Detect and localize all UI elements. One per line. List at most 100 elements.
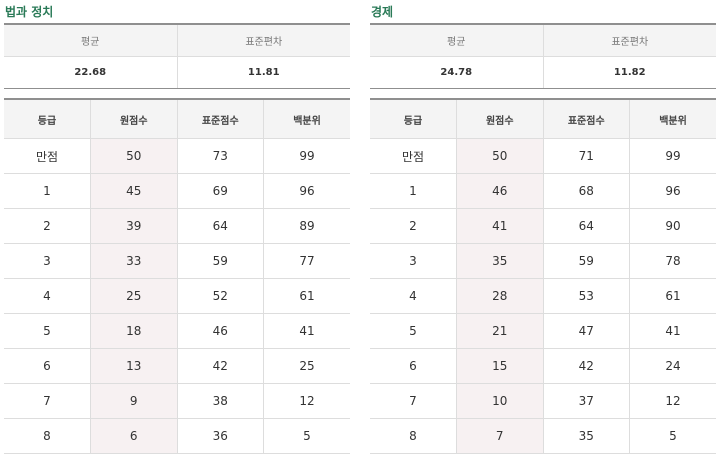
percentile-cell: 96 [263, 173, 350, 209]
grade-cell: 4 [4, 278, 91, 314]
table-row: 4 25 52 61 [4, 278, 350, 314]
table-row: 7 9 38 12 [4, 383, 350, 419]
standard-score-cell: 71 [543, 138, 630, 174]
standard-score-cell: 69 [177, 173, 264, 209]
standard-score-cell: 64 [177, 208, 264, 244]
percentile-cell: 61 [263, 278, 350, 314]
table-row: 만점 50 73 99 [4, 138, 350, 174]
table-row: 8 7 35 5 [370, 418, 716, 454]
grade-table: 등급 원점수 표준점수 백분위 만점 50 73 99 1 45 69 96 2 39 64 89 3 3… [4, 98, 350, 454]
standard-score-cell: 53 [543, 278, 630, 314]
percentile-cell: 96 [629, 173, 716, 209]
percentile-cell: 90 [629, 208, 716, 244]
standard-score-cell: 52 [177, 278, 264, 314]
table-row: 1 45 69 96 [4, 173, 350, 209]
standard-score-cell: 42 [177, 348, 264, 384]
col-header-grade: 등급 [370, 99, 457, 139]
standard-score-cell: 59 [177, 243, 264, 279]
standard-score-cell: 68 [543, 173, 630, 209]
raw-score-cell: 33 [90, 243, 178, 279]
grade-cell: 6 [4, 348, 91, 384]
col-header-standard-score: 표준점수 [543, 99, 630, 139]
raw-score-cell: 46 [456, 173, 544, 209]
raw-score-cell: 21 [456, 313, 544, 349]
standard-score-cell: 46 [177, 313, 264, 349]
table-row: 만점 50 71 99 [370, 138, 716, 174]
raw-score-cell: 45 [90, 173, 178, 209]
grade-cell: 3 [370, 243, 457, 279]
standard-score-cell: 35 [543, 418, 630, 454]
raw-score-cell: 6 [90, 418, 178, 454]
table-row: 6 13 42 25 [4, 348, 350, 384]
grade-cell: 3 [4, 243, 91, 279]
table-row: 2 39 64 89 [4, 208, 350, 244]
sd-header: 표준편차 [177, 24, 350, 57]
percentile-cell: 41 [629, 313, 716, 349]
raw-score-cell: 50 [90, 138, 178, 174]
table-row: 1 46 68 96 [370, 173, 716, 209]
grade-cell: 5 [370, 313, 457, 349]
col-header-raw-score: 원점수 [90, 99, 178, 139]
standard-score-cell: 59 [543, 243, 630, 279]
percentile-cell: 12 [263, 383, 350, 419]
grade-cell: 5 [4, 313, 91, 349]
percentile-cell: 5 [629, 418, 716, 454]
col-header-percentile: 백분위 [629, 99, 716, 139]
raw-score-cell: 25 [90, 278, 178, 314]
table-row: 7 10 37 12 [370, 383, 716, 419]
mean-header: 평균 [370, 24, 544, 57]
mean-value: 22.68 [4, 56, 178, 89]
percentile-cell: 25 [263, 348, 350, 384]
table-row: 5 21 47 41 [370, 313, 716, 349]
col-header-raw-score: 원점수 [456, 99, 544, 139]
percentile-cell: 5 [263, 418, 350, 454]
sd-value: 11.82 [543, 56, 716, 89]
raw-score-cell: 18 [90, 313, 178, 349]
panel-economics: 경제 평균 표준편차 24.78 11.82 등급 원점수 표준점수 백분위 만… [370, 0, 716, 454]
stats-table: 평균 표준편차 22.68 11.81 [4, 23, 350, 89]
percentile-cell: 77 [263, 243, 350, 279]
grade-cell: 만점 [370, 138, 457, 174]
percentile-cell: 12 [629, 383, 716, 419]
raw-score-cell: 39 [90, 208, 178, 244]
col-header-grade: 등급 [4, 99, 91, 139]
standard-score-cell: 64 [543, 208, 630, 244]
percentile-cell: 78 [629, 243, 716, 279]
grade-cell: 8 [370, 418, 457, 454]
grade-cell: 1 [4, 173, 91, 209]
standard-score-cell: 42 [543, 348, 630, 384]
grade-cell: 4 [370, 278, 457, 314]
standard-score-cell: 37 [543, 383, 630, 419]
grade-cell: 7 [370, 383, 457, 419]
raw-score-cell: 7 [456, 418, 544, 454]
raw-score-cell: 35 [456, 243, 544, 279]
percentile-cell: 99 [629, 138, 716, 174]
grade-cell: 6 [370, 348, 457, 384]
sd-header: 표준편차 [543, 24, 716, 57]
percentile-cell: 99 [263, 138, 350, 174]
table-row: 2 41 64 90 [370, 208, 716, 244]
raw-score-cell: 13 [90, 348, 178, 384]
standard-score-cell: 47 [543, 313, 630, 349]
mean-value: 24.78 [370, 56, 544, 89]
grade-cell: 2 [370, 208, 457, 244]
grade-cell: 만점 [4, 138, 91, 174]
col-header-standard-score: 표준점수 [177, 99, 264, 139]
panel-law-politics: 법과 정치 평균 표준편차 22.68 11.81 등급 원점수 표준점수 백분… [4, 0, 350, 454]
standard-score-cell: 36 [177, 418, 264, 454]
raw-score-cell: 9 [90, 383, 178, 419]
stats-table: 평균 표준편차 24.78 11.82 [370, 23, 716, 89]
table-row: 4 28 53 61 [370, 278, 716, 314]
raw-score-cell: 41 [456, 208, 544, 244]
grade-table: 등급 원점수 표준점수 백분위 만점 50 71 99 1 46 68 96 2 41 64 90 3 3… [370, 98, 716, 454]
section-title: 법과 정치 [5, 5, 54, 19]
mean-header: 평균 [4, 24, 178, 57]
table-row: 8 6 36 5 [4, 418, 350, 454]
table-row: 6 15 42 24 [370, 348, 716, 384]
section-title: 경제 [371, 5, 394, 19]
table-row: 5 18 46 41 [4, 313, 350, 349]
raw-score-cell: 15 [456, 348, 544, 384]
percentile-cell: 61 [629, 278, 716, 314]
table-row: 3 35 59 78 [370, 243, 716, 279]
raw-score-cell: 28 [456, 278, 544, 314]
